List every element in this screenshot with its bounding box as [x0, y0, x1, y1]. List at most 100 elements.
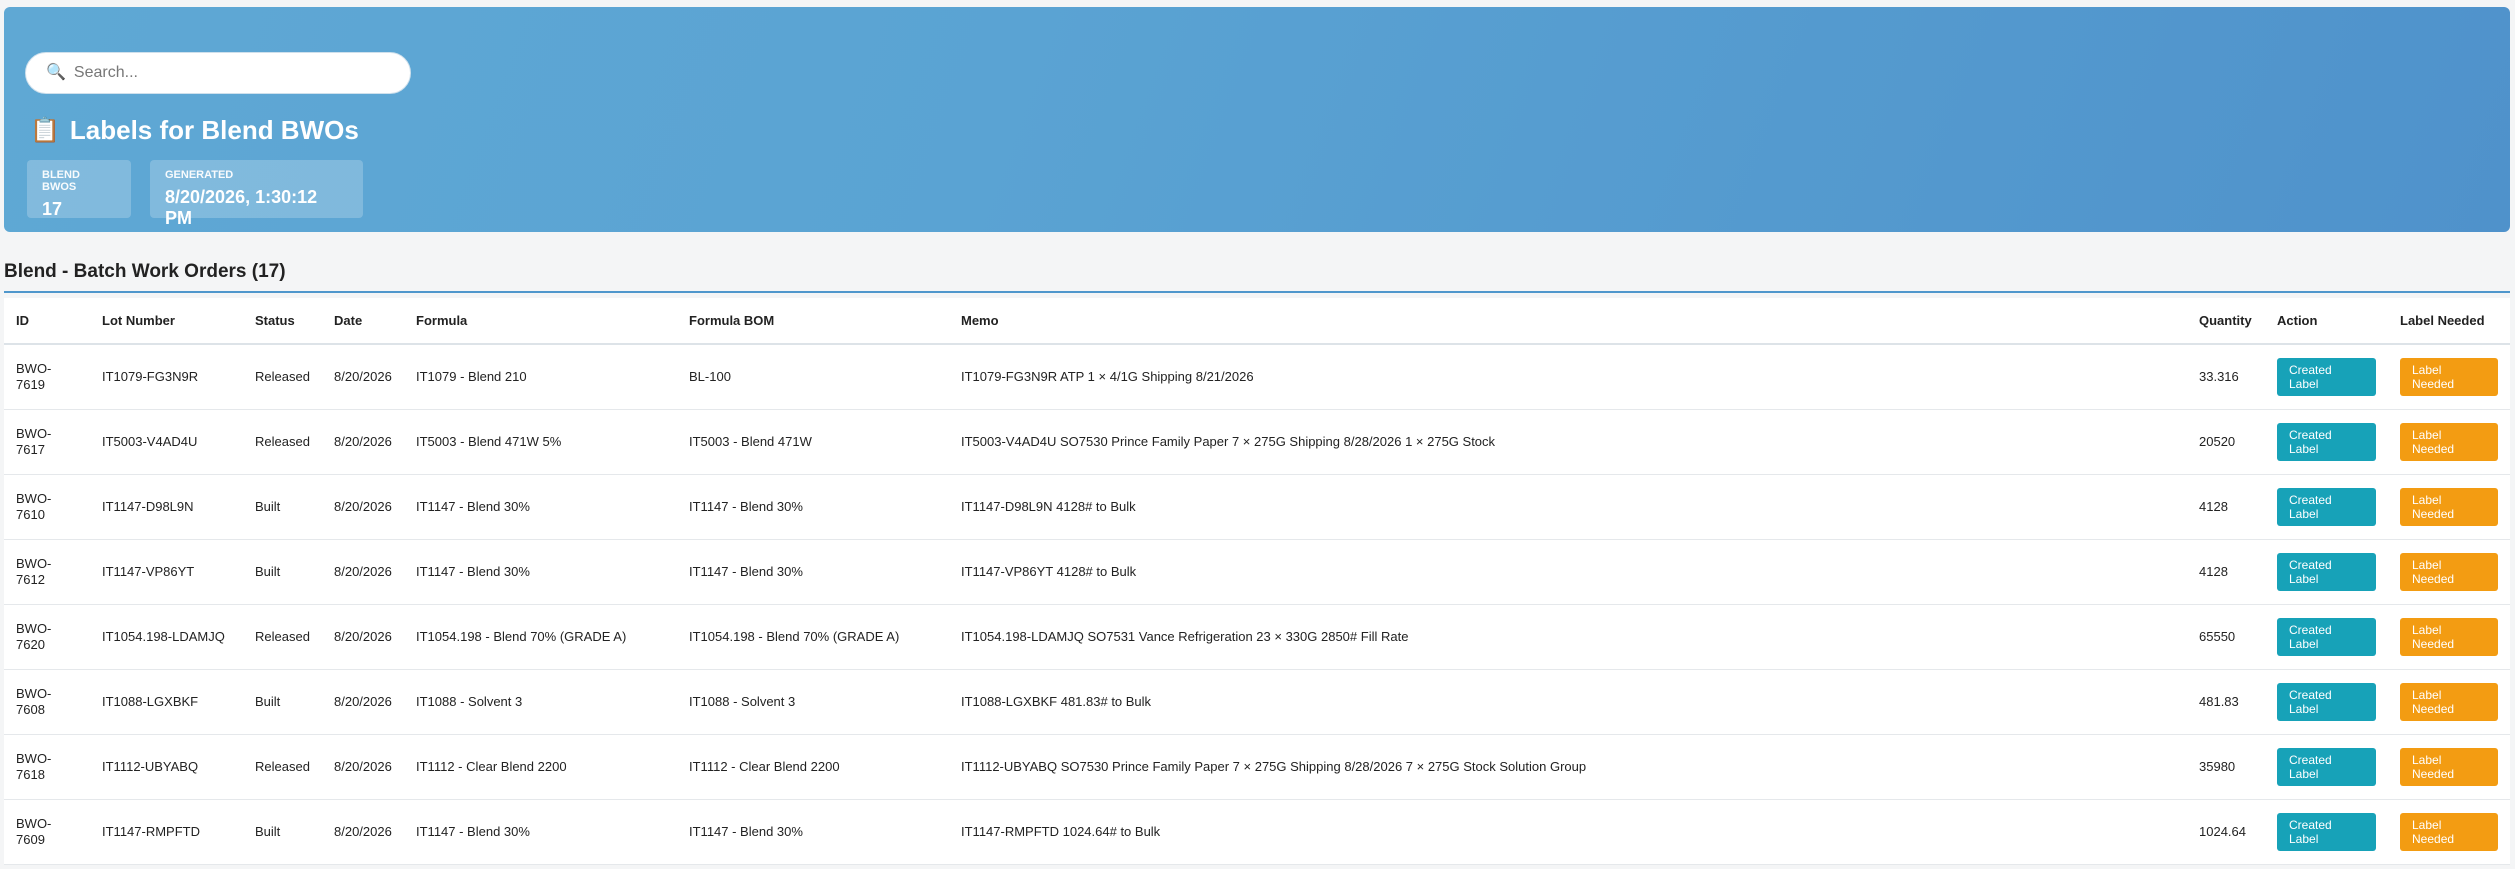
formula-bom-cell: IT1112 - Clear Blend 2200: [677, 734, 949, 800]
date-cell: 8/20/2026: [322, 539, 404, 605]
created-label-button[interactable]: Created Label: [2277, 747, 2376, 786]
bwo-id-cell: BWO-7619: [4, 344, 90, 410]
quantity-cell: 481.83: [2187, 669, 2265, 735]
memo-cell: IT5003-V4AD4U SO7530 Prince Family Paper…: [949, 409, 2187, 475]
lot-number-cell: IT1079-FG3N9R: [90, 344, 243, 410]
date-cell: 8/20/2026: [322, 734, 404, 800]
search-box[interactable]: 🔍: [25, 52, 411, 94]
lot-number-cell: IT1147-RMPFTD: [90, 799, 243, 865]
section-divider: [4, 291, 2510, 293]
column-header: Status: [243, 298, 322, 345]
memo-cell: IT1112-UBYABQ SO7530 Prince Family Paper…: [949, 734, 2187, 800]
column-header: ID: [4, 298, 90, 345]
action-cell: Created Label: [2265, 604, 2388, 670]
created-label-button[interactable]: Created Label: [2277, 422, 2376, 461]
formula-bom-cell: IT1147 - Blend 30%: [677, 474, 949, 540]
column-header: Formula: [404, 298, 677, 345]
lot-number-cell: IT1054.198-LDAMJQ: [90, 604, 243, 670]
status-cell: Released: [243, 734, 322, 800]
memo-cell: IT1054.198-LDAMJQ SO7531 Vance Refrigera…: [949, 604, 2187, 670]
bwo-id-cell: BWO-7620: [4, 604, 90, 670]
label-needed-button[interactable]: Label Needed: [2400, 812, 2498, 851]
created-label-button[interactable]: Created Label: [2277, 552, 2376, 591]
label-needed-button[interactable]: Label Needed: [2400, 357, 2498, 396]
status-cell: Built: [243, 799, 322, 865]
quantity-cell: 4128: [2187, 539, 2265, 605]
label-needed-button[interactable]: Label Needed: [2400, 617, 2498, 656]
lot-number-cell: IT1112-UBYABQ: [90, 734, 243, 800]
table-header-row: ID Lot Number Status Date Formula Formula BOM…: [4, 298, 2510, 345]
table-row: BWO-7617 IT5003-V4AD4U Released 8/20/2026 IT…: [4, 409, 2510, 475]
page-title: 📋 Labels for Blend BWOs: [30, 115, 359, 146]
action-cell: Created Label: [2265, 344, 2388, 410]
formula-bom-cell: BL-100: [677, 344, 949, 410]
created-label-button[interactable]: Created Label: [2277, 812, 2376, 851]
label-needed-cell: Label Needed: [2388, 799, 2510, 865]
lot-number-cell: IT1147-D98L9N: [90, 474, 243, 540]
status-cell: Released: [243, 604, 322, 670]
label-needed-cell: Label Needed: [2388, 734, 2510, 800]
formula-cell: IT1147 - Blend 30%: [404, 539, 677, 605]
status-cell: Released: [243, 344, 322, 410]
stat-label: Generated: [165, 169, 234, 181]
quantity-cell: 4128: [2187, 474, 2265, 540]
created-label-button[interactable]: Created Label: [2277, 682, 2376, 721]
stat-label: Blend BWOs: [42, 169, 80, 193]
stat-value: 8/20/2026, 1:30:12 PM: [165, 187, 318, 228]
date-cell: 8/20/2026: [322, 409, 404, 475]
action-cell: Created Label: [2265, 409, 2388, 475]
table-row: BWO-7609 IT1147-RMPFTD Built 8/20/2026 IT114…: [4, 799, 2510, 865]
formula-bom-cell: IT1054.198 - Blend 70% (GRADE A): [677, 604, 949, 670]
label-needed-cell: Label Needed: [2388, 474, 2510, 540]
column-header: Quantity: [2187, 298, 2265, 345]
bwo-id-cell: BWO-7609: [4, 799, 90, 865]
bwo-table: ID Lot Number Status Date Formula Formula BOM…: [4, 298, 2510, 865]
table-row: BWO-7618 IT1112-UBYABQ Released 8/20/2026 IT…: [4, 734, 2510, 800]
label-needed-button[interactable]: Label Needed: [2400, 552, 2498, 591]
status-cell: Released: [243, 409, 322, 475]
formula-cell: IT1054.198 - Blend 70% (GRADE A): [404, 604, 677, 670]
quantity-cell: 33.316: [2187, 344, 2265, 410]
formula-bom-cell: IT1147 - Blend 30%: [677, 799, 949, 865]
memo-cell: IT1079-FG3N9R ATP 1 × 4/1G Shipping 8/21…: [949, 344, 2187, 410]
quantity-cell: 20520: [2187, 409, 2265, 475]
created-label-button[interactable]: Created Label: [2277, 357, 2376, 396]
search-icon: 🔍: [46, 64, 66, 81]
formula-bom-cell: IT5003 - Blend 471W: [677, 409, 949, 475]
column-header: Formula BOM: [677, 298, 949, 345]
formula-cell: IT1079 - Blend 210: [404, 344, 677, 410]
column-header: Memo: [949, 298, 2187, 345]
label-needed-button[interactable]: Label Needed: [2400, 487, 2498, 526]
action-cell: Created Label: [2265, 799, 2388, 865]
label-needed-button[interactable]: Label Needed: [2400, 682, 2498, 721]
stat-generated: Generated 8/20/2026, 1:30:12 PM: [150, 160, 363, 228]
action-cell: Created Label: [2265, 669, 2388, 735]
label-needed-button[interactable]: Label Needed: [2400, 747, 2498, 786]
formula-cell: IT1112 - Clear Blend 2200: [404, 734, 677, 800]
label-needed-button[interactable]: Label Needed: [2400, 422, 2498, 461]
status-cell: Built: [243, 474, 322, 540]
lot-number-cell: IT5003-V4AD4U: [90, 409, 243, 475]
formula-cell: IT1088 - Solvent 3: [404, 669, 677, 735]
label-needed-cell: Label Needed: [2388, 539, 2510, 605]
clipboard-icon: 📋: [30, 117, 60, 144]
column-header: Label Needed: [2388, 298, 2510, 345]
table-row: BWO-7608 IT1088-LGXBKF Built 8/20/2026 IT108…: [4, 669, 2510, 735]
label-needed-cell: Label Needed: [2388, 669, 2510, 735]
page-title-text: Labels for Blend BWOs: [69, 115, 359, 145]
status-cell: Built: [243, 539, 322, 605]
memo-cell: IT1147-RMPFTD 1024.64# to Bulk: [949, 799, 2187, 865]
formula-cell: IT1147 - Blend 30%: [404, 474, 677, 540]
search-input[interactable]: [73, 64, 394, 82]
stat-blend-bwos: Blend BWOs 17: [27, 160, 131, 219]
created-label-button[interactable]: Created Label: [2277, 487, 2376, 526]
section-title: Blend - Batch Work Orders (17): [4, 261, 286, 282]
table-row: BWO-7619 IT1079-FG3N9R Released 8/20/2026 IT…: [4, 344, 2510, 410]
date-cell: 8/20/2026: [322, 474, 404, 540]
action-cell: Created Label: [2265, 474, 2388, 540]
formula-cell: IT1147 - Blend 30%: [404, 799, 677, 865]
table-row: BWO-7610 IT1147-D98L9N Built 8/20/2026 IT114…: [4, 474, 2510, 540]
memo-cell: IT1088-LGXBKF 481.83# to Bulk: [949, 669, 2187, 735]
created-label-button[interactable]: Created Label: [2277, 617, 2376, 656]
date-cell: 8/20/2026: [322, 604, 404, 670]
